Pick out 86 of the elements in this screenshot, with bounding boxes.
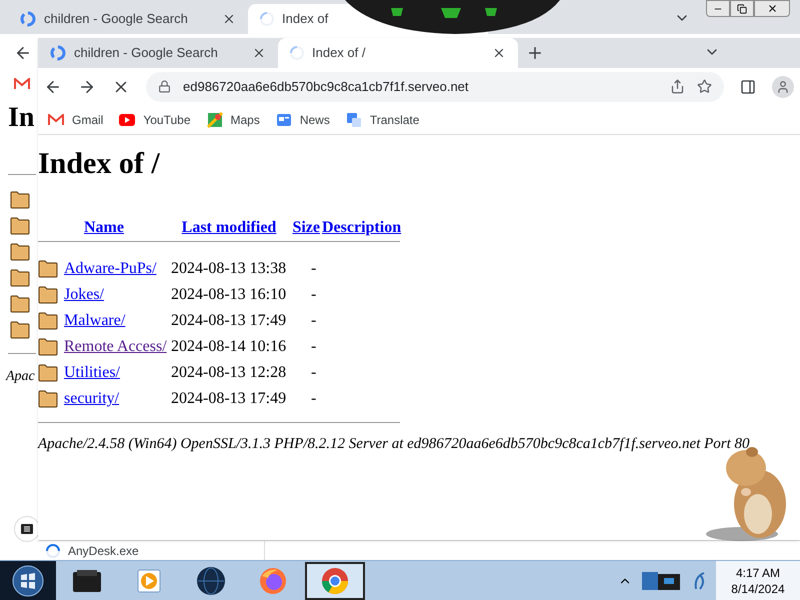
tab-title: children - Google Search: [74, 44, 219, 62]
clock[interactable]: 4:17 AM 8/14/2024: [716, 561, 800, 600]
column-sort-link[interactable]: Last modified: [182, 216, 276, 240]
file-size: -: [311, 311, 316, 331]
modified-date: 2024-08-13 16:10: [171, 285, 288, 305]
close-icon[interactable]: [492, 46, 506, 60]
play-icon: [119, 114, 136, 126]
file-size: -: [311, 259, 316, 279]
taskbar-button[interactable]: [305, 562, 365, 600]
folder-link[interactable]: Malware/: [64, 309, 171, 333]
back-icon[interactable]: [14, 44, 32, 62]
close-icon[interactable]: [222, 12, 236, 26]
bookmark-item[interactable]: YouTube: [111, 106, 198, 132]
restore-button[interactable]: [730, 0, 754, 17]
google-icon: [20, 11, 36, 27]
star-icon[interactable]: [697, 79, 712, 94]
tab-title: Index of: [282, 10, 330, 28]
column-sort-link[interactable]: Size: [292, 216, 320, 240]
file-size: -: [311, 363, 316, 383]
firefox-icon: [258, 566, 288, 596]
modified-date: 2024-08-13 17:49: [171, 389, 288, 409]
clock-time: 4:17 AM: [736, 564, 780, 580]
close-button[interactable]: [754, 0, 790, 17]
tab-title: children - Google Search: [44, 10, 189, 28]
profile-icon[interactable]: [772, 76, 794, 98]
envelope-icon: [14, 78, 30, 90]
modified-date: 2024-08-13 12:28: [171, 363, 288, 383]
loading-icon: [290, 46, 304, 60]
address-bar[interactable]: ed986720aa6e6db570bc9c8ca1cb7f1f.serveo.net: [146, 72, 724, 102]
folder-link[interactable]: Jokes/: [64, 283, 171, 307]
globe-icon: [196, 566, 226, 596]
translate-icon: [346, 112, 362, 128]
folder-icon: [10, 191, 30, 209]
server-footer: Apache/2.4.58 (Win64) OpenSSL/3.1.3 PHP/8.2.12 Server at ed986720aa6e6db570bc9c8ca1cb7f1f.serveo.net Port 80: [38, 433, 800, 456]
folder-icon: [38, 364, 58, 382]
browser-tab[interactable]: children - Google Search: [8, 4, 248, 34]
file-size: -: [311, 285, 316, 305]
media-player-icon: [136, 568, 162, 594]
tab-title: Index of /: [312, 44, 366, 62]
folder-link[interactable]: security/: [64, 387, 171, 411]
loading-icon: [46, 544, 60, 558]
google-icon: [50, 45, 66, 61]
page-heading: Index of /: [38, 149, 161, 179]
folder-icon: [38, 390, 58, 408]
side-panel-icon[interactable]: [740, 78, 756, 94]
browser-tab[interactable]: children - Google Search: [38, 38, 278, 68]
close-icon[interactable]: [252, 46, 266, 60]
close-icon: [766, 3, 778, 14]
folder-icon: [38, 260, 58, 278]
folder-link[interactable]: Utilities/: [64, 361, 171, 385]
folder-icon: [10, 295, 30, 313]
column-sort-link[interactable]: Description: [322, 219, 402, 236]
bookmark-item[interactable]: Gmail: [40, 106, 112, 132]
modified-date: 2024-08-13 17:49: [171, 311, 288, 331]
clock-date: 8/14/2024: [731, 580, 785, 596]
bookmark-item[interactable]: News: [268, 106, 338, 132]
folder-icon: [10, 321, 30, 339]
column-sort-link[interactable]: Name: [84, 216, 124, 240]
folder-icon: [10, 269, 30, 287]
folder-icon: [38, 338, 58, 356]
folder-icon: [38, 286, 58, 304]
chrome-icon: [320, 566, 350, 596]
envelope-icon: [48, 114, 64, 126]
folder-icon: [10, 243, 30, 261]
start-button[interactable]: [0, 561, 56, 600]
loading-icon: [260, 12, 274, 26]
folder-link[interactable]: Adware-PuPs/: [64, 257, 171, 281]
browser-tab[interactable]: Index of /: [278, 38, 518, 68]
new-tab-icon[interactable]: [526, 44, 544, 62]
server-footer: Apac: [6, 366, 35, 387]
share-icon[interactable]: [670, 79, 685, 94]
restore-icon: [737, 4, 747, 14]
folder-icon: [10, 217, 30, 235]
modified-date: 2024-08-14 10:16: [171, 337, 288, 357]
file-size: -: [311, 389, 316, 409]
modified-date: 2024-08-13 13:38: [171, 259, 288, 279]
folder-icon: [38, 312, 58, 330]
file-size: -: [311, 337, 316, 357]
bookmark-item[interactable]: Maps: [198, 106, 268, 132]
map-icon: [206, 112, 222, 128]
printer-icon: [71, 568, 103, 594]
bookmark-item[interactable]: Translate: [338, 106, 428, 132]
lock-icon: [158, 80, 171, 93]
folder-link[interactable]: Remote Access/: [64, 335, 171, 359]
newspaper-icon: [276, 112, 292, 126]
page-heading: In: [8, 104, 34, 132]
